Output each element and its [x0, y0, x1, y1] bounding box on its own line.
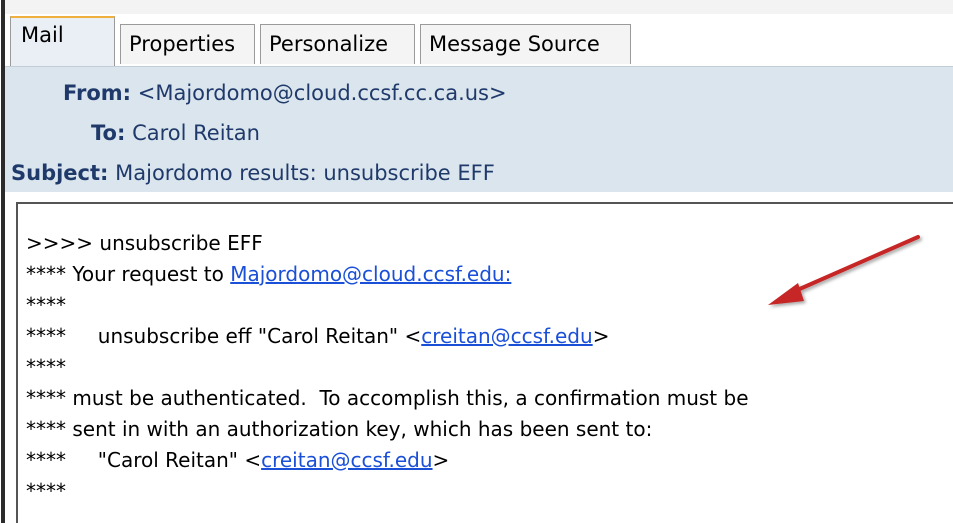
body-line-7: **** sent in with an authorization key, …	[26, 417, 653, 441]
majordomo-email-link[interactable]: Majordomo@cloud.ccsf.edu:	[230, 262, 511, 286]
subject-row: Subject: Majordomo results: unsubscribe …	[11, 159, 495, 187]
creitan-email-link-1[interactable]: creitan@ccsf.edu	[421, 324, 592, 348]
message-body-text: >>>> unsubscribe EFF **** Your request t…	[26, 228, 749, 507]
red-arrow-icon	[768, 235, 920, 305]
creitan-email-link-2[interactable]: creitan@ccsf.edu	[261, 448, 432, 472]
body-line-2: **** Your request to Majordomo@cloud.ccs…	[26, 259, 749, 290]
body-line-5: ****	[26, 355, 66, 379]
body-line-9: ****	[26, 479, 66, 503]
tab-bar: Mail Properties Personalize Message Sour…	[5, 14, 953, 66]
tab-properties[interactable]: Properties	[120, 24, 255, 64]
tab-message-source[interactable]: Message Source	[420, 24, 631, 64]
subject-value: Majordomo results: unsubscribe EFF	[115, 161, 495, 185]
from-row: From: <Majordomo@cloud.ccsf.cc.ca.us>	[63, 79, 507, 107]
email-viewer-window: Mail Properties Personalize Message Sour…	[0, 0, 953, 523]
body-line-6: **** must be authenticated. To accomplis…	[26, 386, 749, 410]
tab-mail[interactable]: Mail	[10, 16, 115, 66]
to-row: To: Carol Reitan	[91, 119, 260, 147]
from-label: From:	[63, 81, 132, 105]
body-line-2-text: **** Your request to	[26, 262, 231, 286]
body-line-8-suffix: >	[432, 448, 450, 472]
window-top-strip	[5, 0, 953, 15]
body-line-8: **** "Carol Reitan" <creitan@ccsf.edu>	[26, 445, 749, 476]
body-line-4-text: **** unsubscribe eff "Carol Reitan" <	[26, 324, 422, 348]
body-line-1: >>>> unsubscribe EFF	[26, 231, 263, 255]
body-line-8-text: **** "Carol Reitan" <	[26, 448, 262, 472]
tab-personalize[interactable]: Personalize	[260, 24, 415, 64]
to-label: To:	[91, 121, 126, 145]
message-header: From: <Majordomo@cloud.ccsf.cc.ca.us> To…	[5, 66, 953, 193]
to-value: Carol Reitan	[132, 121, 260, 145]
from-value: <Majordomo@cloud.ccsf.cc.ca.us>	[137, 81, 507, 105]
subject-label: Subject:	[11, 161, 109, 185]
body-line-4: **** unsubscribe eff "Carol Reitan" <cre…	[26, 321, 749, 352]
body-line-3: ****	[26, 293, 66, 317]
header-separator	[5, 192, 953, 202]
body-line-4-suffix: >	[592, 324, 610, 348]
